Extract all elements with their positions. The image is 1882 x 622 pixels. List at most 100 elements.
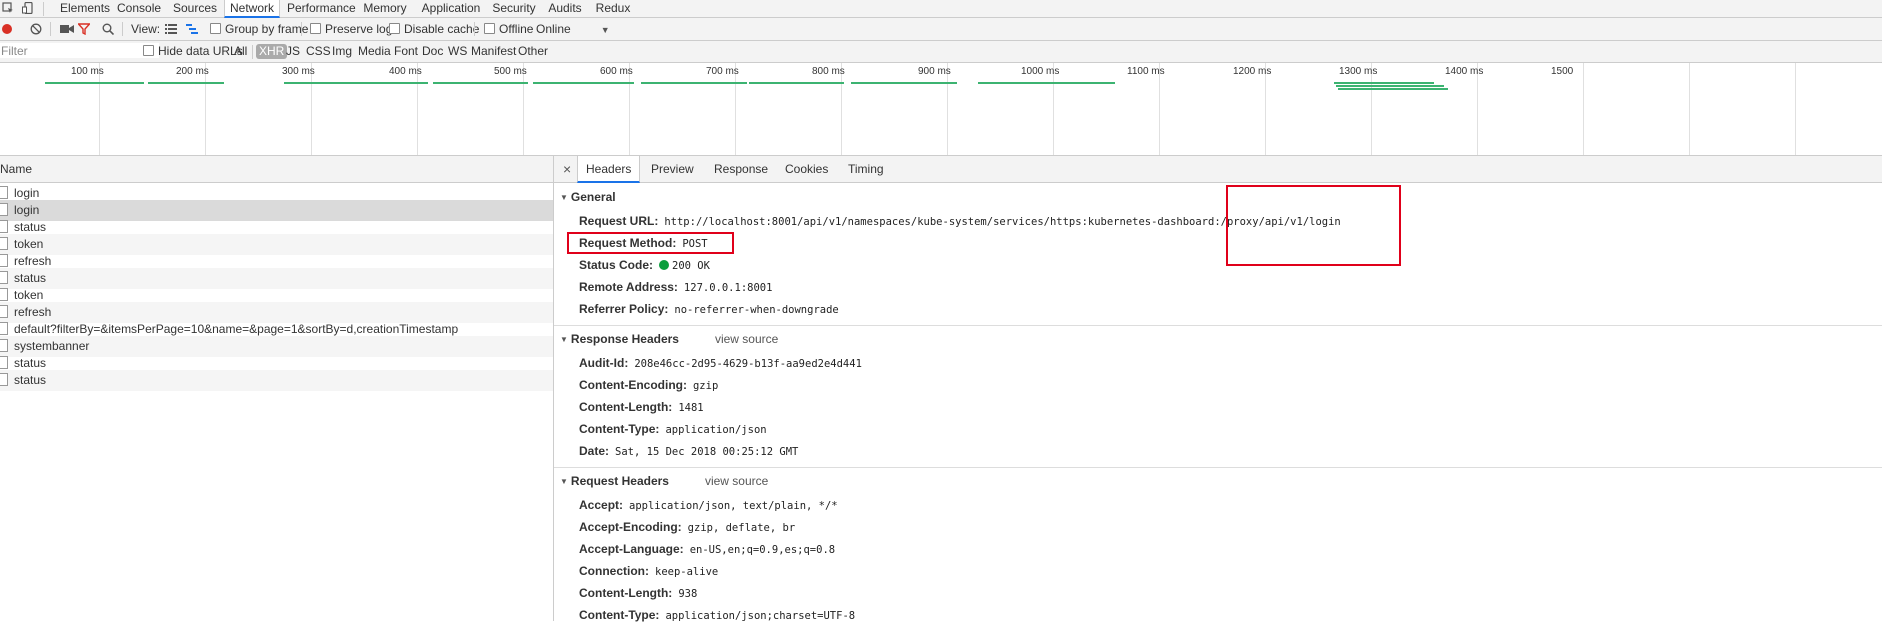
filter-type-doc[interactable]: Doc bbox=[422, 41, 443, 62]
general-section-header[interactable]: ▼ General bbox=[560, 190, 616, 204]
tick-label: 500 ms bbox=[494, 66, 527, 77]
request-bar bbox=[851, 82, 957, 84]
header-key: Content-Encoding: bbox=[579, 378, 687, 392]
header-value: gzip bbox=[692, 380, 719, 392]
filter-type-manifest[interactable]: Manifest bbox=[471, 41, 516, 62]
hide-data-urls-checkbox[interactable]: Hide data URLs bbox=[143, 41, 243, 62]
tab-response[interactable]: Response bbox=[714, 156, 768, 182]
device-toolbar-icon[interactable] bbox=[22, 2, 34, 14]
request-name: status bbox=[14, 271, 47, 285]
file-icon bbox=[0, 237, 8, 250]
header-row: Date: Sat, 15 Dec 2018 00:25:12 GMT bbox=[579, 444, 798, 458]
filter-type-media[interactable]: Media bbox=[358, 41, 391, 62]
filter-type-all[interactable]: All bbox=[234, 41, 247, 62]
filter-type-ws[interactable]: WS bbox=[448, 41, 467, 62]
checkbox-icon[interactable] bbox=[389, 23, 400, 34]
request-name: login bbox=[14, 186, 40, 200]
filter-input[interactable] bbox=[0, 43, 159, 58]
filter-type-font[interactable]: Font bbox=[394, 41, 418, 62]
tab-timing[interactable]: Timing bbox=[848, 156, 884, 182]
view-source-link[interactable]: view source bbox=[715, 332, 778, 346]
expand-triangle-icon: ▼ bbox=[560, 477, 568, 486]
tab-application[interactable]: Application bbox=[419, 0, 483, 17]
filter-type-other[interactable]: Other bbox=[518, 41, 548, 62]
checkbox-icon[interactable] bbox=[143, 45, 154, 56]
offline-checkbox[interactable]: Offline bbox=[484, 18, 533, 40]
tab-headers[interactable]: Headers bbox=[577, 156, 641, 183]
preserve-log-label: Preserve log bbox=[325, 22, 393, 36]
tab-elements[interactable]: Elements bbox=[60, 0, 110, 17]
preserve-log-checkbox[interactable]: Preserve log bbox=[310, 18, 392, 40]
tab-console[interactable]: Console bbox=[117, 0, 161, 17]
waterfall-icon[interactable] bbox=[186, 24, 198, 34]
filter-type-xhr[interactable]: XHR bbox=[256, 44, 288, 59]
clear-icon[interactable] bbox=[30, 23, 42, 35]
inspect-element-icon[interactable] bbox=[2, 2, 14, 14]
checkbox-icon[interactable] bbox=[310, 23, 321, 34]
filter-bar: Hide data URLs All XHR JS CSS Img Media … bbox=[0, 41, 1882, 63]
file-icon bbox=[0, 220, 8, 233]
request-bar bbox=[978, 82, 1115, 84]
tick-label: 1000 ms bbox=[1021, 66, 1060, 77]
large-rows-icon[interactable] bbox=[165, 24, 177, 34]
tab-audits[interactable]: Audits bbox=[546, 0, 584, 17]
request-name: token bbox=[14, 288, 44, 302]
separator bbox=[122, 22, 123, 36]
file-icon bbox=[0, 203, 8, 216]
tab-performance[interactable]: Performance bbox=[287, 0, 356, 17]
header-value: application/json bbox=[665, 424, 767, 436]
record-icon[interactable] bbox=[1, 23, 13, 35]
camera-icon[interactable] bbox=[60, 24, 74, 34]
tick-label: 700 ms bbox=[706, 66, 739, 77]
tab-network[interactable]: Network bbox=[224, 0, 280, 18]
search-icon[interactable] bbox=[102, 23, 114, 35]
header-value: 208e46cc-2d95-4629-b13f-aa9ed2e4d441 bbox=[634, 358, 862, 370]
separator bbox=[43, 2, 44, 16]
tab-security[interactable]: Security bbox=[491, 0, 537, 17]
response-headers-section-header[interactable]: ▼ Response Headers view source bbox=[560, 332, 778, 346]
header-key: Connection: bbox=[579, 564, 649, 578]
filter-icon[interactable] bbox=[78, 23, 90, 35]
file-icon bbox=[0, 322, 8, 335]
separator bbox=[474, 22, 475, 36]
view-source-link[interactable]: view source bbox=[705, 474, 768, 488]
tick-label: 800 ms bbox=[812, 66, 845, 77]
request-bar bbox=[1338, 88, 1448, 90]
header-value: application/json, text/plain, */* bbox=[629, 500, 838, 512]
filter-type-img[interactable]: Img bbox=[332, 41, 352, 62]
header-key: Content-Type: bbox=[579, 608, 660, 622]
status-ok-icon bbox=[659, 260, 670, 270]
file-icon bbox=[0, 271, 8, 284]
grid-line bbox=[1795, 63, 1796, 155]
section-title: General bbox=[570, 190, 616, 204]
name-column-header[interactable]: Name bbox=[0, 156, 553, 183]
throttling-select[interactable]: Online ▼ bbox=[536, 18, 610, 40]
file-icon bbox=[0, 356, 8, 369]
request-name: status bbox=[14, 220, 47, 234]
tick-label: 1200 ms bbox=[1233, 66, 1272, 77]
file-icon bbox=[0, 288, 8, 301]
tab-preview[interactable]: Preview bbox=[651, 156, 694, 182]
disable-cache-checkbox[interactable]: Disable cache bbox=[389, 18, 479, 40]
expand-triangle-icon: ▼ bbox=[560, 193, 568, 202]
tab-cookies[interactable]: Cookies bbox=[785, 156, 828, 182]
file-icon bbox=[0, 254, 8, 267]
section-title: Request Headers bbox=[570, 474, 669, 488]
grid-line bbox=[1583, 63, 1584, 155]
tab-sources[interactable]: Sources bbox=[172, 0, 218, 17]
group-by-frame-checkbox[interactable]: Group by frame bbox=[210, 18, 308, 40]
checkbox-icon[interactable] bbox=[484, 23, 495, 34]
tab-redux[interactable]: Redux bbox=[594, 0, 632, 17]
filter-type-css[interactable]: CSS bbox=[306, 41, 331, 62]
close-icon[interactable]: × bbox=[563, 156, 571, 182]
header-value: no-referrer-when-downgrade bbox=[674, 304, 839, 316]
request-headers-section-header[interactable]: ▼ Request Headers view source bbox=[560, 474, 768, 488]
tab-memory[interactable]: Memory bbox=[361, 0, 409, 17]
filter-type-js[interactable]: JS bbox=[286, 41, 300, 62]
checkbox-icon[interactable] bbox=[210, 23, 221, 34]
header-row: Content-Length: 938 bbox=[579, 586, 697, 600]
timeline-overview[interactable]: 100 ms 200 ms 300 ms 400 ms 500 ms 600 m… bbox=[0, 63, 1882, 156]
request-row[interactable]: status bbox=[0, 370, 553, 391]
view-label: View: bbox=[131, 22, 161, 36]
request-name: status bbox=[14, 373, 47, 387]
